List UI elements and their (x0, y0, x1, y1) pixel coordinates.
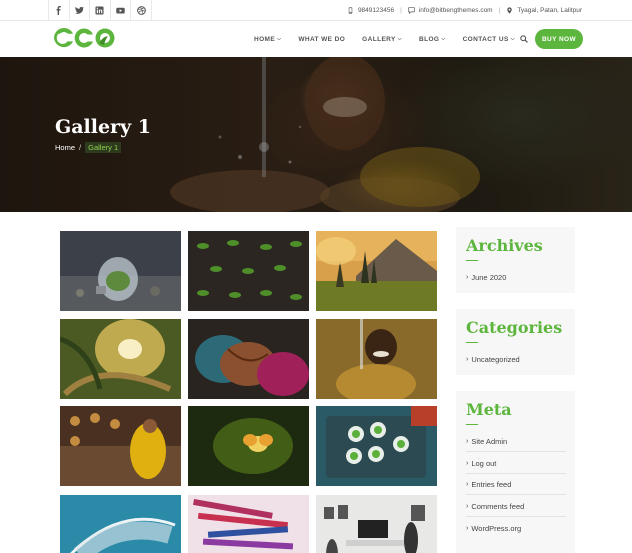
nav-label: CONTACT US (462, 35, 509, 43)
phone-number[interactable]: 9849123456 (358, 7, 394, 14)
link-label: Log out (471, 459, 497, 468)
chevron-right-icon: › (466, 274, 469, 281)
main-header: HOME ⌵ WHAT WE DO GALLERY ⌵ BLOG ⌵ CONTACT … (0, 21, 632, 57)
chevron-right-icon: › (466, 460, 469, 467)
breadcrumb-current: Gallery 1 (85, 142, 122, 153)
chevron-right-icon: › (466, 503, 469, 510)
widget-title: Meta (466, 400, 512, 419)
link-label: WordPress.org (471, 524, 522, 533)
gallery-image-colored-pencils[interactable] (188, 495, 309, 553)
divider (466, 473, 566, 474)
facebook-icon[interactable] (49, 0, 70, 21)
gallery-image-sunlit-plant[interactable] (60, 319, 181, 399)
chevron-right-icon: › (466, 481, 469, 488)
divider (466, 516, 566, 517)
chevron-down-icon: ⌵ (397, 36, 402, 42)
gallery-image-lightbulb-plant[interactable] (60, 231, 181, 311)
gallery-image-child-water[interactable] (316, 319, 437, 399)
gallery-image-henna-hands[interactable] (188, 319, 309, 399)
meta-link-comments-feed[interactable]: › Comments feed (466, 502, 566, 511)
archive-link[interactable]: › June 2020 (466, 273, 566, 282)
gallery-image-gallery-room[interactable] (316, 495, 437, 553)
phone-icon (348, 7, 353, 14)
social-links (48, 0, 152, 21)
twitter-icon[interactable] (70, 0, 91, 21)
separator: | (400, 7, 402, 14)
breadcrumb-home[interactable]: Home (55, 143, 75, 152)
widget-archives: Archives › June 2020 (456, 227, 575, 293)
chevron-down-icon: ⌵ (441, 36, 446, 42)
nav-label: BLOG (418, 35, 440, 43)
youtube-icon[interactable] (111, 0, 132, 21)
link-label: Entries feed (471, 480, 512, 489)
gallery-image-butterfly-light[interactable] (188, 406, 309, 486)
breadcrumb: Home / Gallery 1 (55, 142, 122, 153)
chevron-right-icon: › (466, 525, 469, 532)
eco-logo[interactable] (52, 26, 116, 50)
chevron-down-icon: ⌵ (277, 36, 282, 42)
linkedin-icon[interactable] (90, 0, 111, 21)
link-label: Comments feed (471, 502, 525, 511)
nav-blog[interactable]: BLOG ⌵ (419, 36, 446, 43)
gallery-image-plates-table[interactable] (316, 406, 437, 486)
meta-link-wordpress-org[interactable]: › WordPress.org (466, 524, 566, 533)
chevron-right-icon: › (466, 356, 469, 363)
widget-title: Archives (466, 236, 543, 255)
email-address[interactable]: info@bitbengthemes.com (419, 7, 493, 14)
widget-meta: Meta › Site Admin › Log out › Entries feed … (456, 391, 575, 553)
buy-now-button[interactable]: BUY NOW (535, 29, 583, 49)
link-label: Site Admin (471, 437, 508, 446)
contact-info: 9849123456 | info@bitbengthemes.com | Ty… (347, 0, 582, 21)
nav-label: HOME (254, 35, 276, 43)
category-link[interactable]: › Uncategorized (466, 355, 566, 364)
nav-label: WHAT WE DO (298, 35, 346, 43)
title-underline (466, 342, 478, 343)
nav-contact-us[interactable]: CONTACT US ⌵ (463, 36, 515, 43)
title-underline (466, 260, 478, 261)
nav-home[interactable]: HOME ⌵ (254, 36, 281, 43)
nav-label: GALLERY (362, 35, 396, 43)
map-pin-icon (507, 7, 513, 14)
chevron-right-icon: › (466, 438, 469, 445)
nav-what-we-do[interactable]: WHAT WE DO (298, 36, 345, 43)
page-title: Gallery 1 (55, 116, 151, 138)
meta-link-log-out[interactable]: › Log out (466, 459, 566, 468)
widget-title: Categories (466, 318, 563, 337)
link-label: June 2020 (471, 273, 507, 282)
search-icon[interactable] (520, 35, 528, 43)
breadcrumb-separator: / (79, 143, 82, 152)
separator: | (498, 7, 501, 14)
main-nav: HOME ⌵ WHAT WE DO GALLERY ⌵ BLOG ⌵ CONTACT … (254, 21, 532, 57)
page-banner: Gallery 1 (0, 57, 632, 212)
gallery-image-feather-blue[interactable] (60, 495, 181, 553)
widget-categories: Categories › Uncategorized (456, 309, 575, 375)
address: Tyagal, Patan, Lalitpur (517, 7, 582, 14)
dribbble-icon[interactable] (131, 0, 152, 21)
top-bar: 9849123456 | info@bitbengthemes.com | Ty… (0, 0, 632, 21)
title-underline (466, 424, 478, 425)
gallery-image-seedlings[interactable] (188, 231, 309, 311)
link-label: Uncategorized (471, 355, 520, 364)
gallery-image-mountain-sunset[interactable] (316, 231, 437, 311)
meta-link-entries-feed[interactable]: › Entries feed (466, 480, 566, 489)
divider (466, 494, 566, 495)
chevron-down-icon: ⌵ (510, 36, 515, 42)
meta-link-site-admin[interactable]: › Site Admin (466, 437, 566, 446)
divider (466, 451, 566, 452)
gallery-image-monk-yellow[interactable] (60, 406, 181, 486)
nav-gallery[interactable]: GALLERY ⌵ (362, 36, 402, 43)
chat-icon (408, 7, 415, 14)
